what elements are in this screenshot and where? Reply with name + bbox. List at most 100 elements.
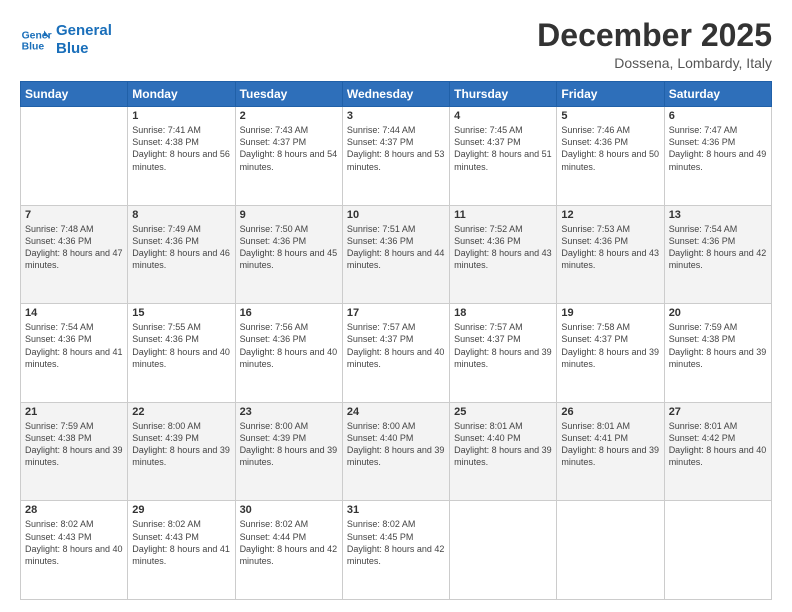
sunset-text: Sunset: 4:43 PM <box>25 531 123 543</box>
sunset-text: Sunset: 4:36 PM <box>669 235 767 247</box>
table-row: 26 Sunrise: 8:01 AM Sunset: 4:41 PM Dayl… <box>557 402 664 501</box>
logo-line2: Blue <box>56 40 89 57</box>
sunset-text: Sunset: 4:36 PM <box>25 235 123 247</box>
svg-text:Blue: Blue <box>22 42 45 53</box>
sunset-text: Sunset: 4:37 PM <box>347 333 445 345</box>
table-row: 12 Sunrise: 7:53 AM Sunset: 4:36 PM Dayl… <box>557 205 664 304</box>
table-row <box>664 501 771 600</box>
cell-info: Sunrise: 8:00 AM Sunset: 4:39 PM Dayligh… <box>240 420 338 469</box>
day-number: 25 <box>454 406 552 418</box>
cell-info: Sunrise: 7:50 AM Sunset: 4:36 PM Dayligh… <box>240 223 338 272</box>
daylight-text: Daylight: 8 hours and 39 minutes. <box>561 346 659 370</box>
day-number: 10 <box>347 209 445 221</box>
daylight-text: Daylight: 8 hours and 42 minutes. <box>240 543 338 567</box>
daylight-text: Daylight: 8 hours and 40 minutes. <box>240 346 338 370</box>
sunset-text: Sunset: 4:37 PM <box>454 136 552 148</box>
daylight-text: Daylight: 8 hours and 40 minutes. <box>669 444 767 468</box>
cell-info: Sunrise: 7:57 AM Sunset: 4:37 PM Dayligh… <box>454 321 552 370</box>
daylight-text: Daylight: 8 hours and 40 minutes. <box>347 346 445 370</box>
day-number: 28 <box>25 504 123 516</box>
day-number: 11 <box>454 209 552 221</box>
table-row: 21 Sunrise: 7:59 AM Sunset: 4:38 PM Dayl… <box>21 402 128 501</box>
sunset-text: Sunset: 4:36 PM <box>25 333 123 345</box>
day-number: 19 <box>561 307 659 319</box>
sunrise-text: Sunrise: 8:02 AM <box>132 518 230 530</box>
sunset-text: Sunset: 4:36 PM <box>561 235 659 247</box>
daylight-text: Daylight: 8 hours and 53 minutes. <box>347 148 445 172</box>
table-row <box>557 501 664 600</box>
daylight-text: Daylight: 8 hours and 39 minutes. <box>669 346 767 370</box>
table-row: 25 Sunrise: 8:01 AM Sunset: 4:40 PM Dayl… <box>450 402 557 501</box>
table-row: 29 Sunrise: 8:02 AM Sunset: 4:43 PM Dayl… <box>128 501 235 600</box>
table-row: 13 Sunrise: 7:54 AM Sunset: 4:36 PM Dayl… <box>664 205 771 304</box>
daylight-text: Daylight: 8 hours and 42 minutes. <box>347 543 445 567</box>
daylight-text: Daylight: 8 hours and 41 minutes. <box>132 543 230 567</box>
day-number: 6 <box>669 110 767 122</box>
sunset-text: Sunset: 4:42 PM <box>669 432 767 444</box>
sunrise-text: Sunrise: 7:49 AM <box>132 223 230 235</box>
col-sunday: Sunday <box>21 82 128 107</box>
day-number: 9 <box>240 209 338 221</box>
day-number: 3 <box>347 110 445 122</box>
sunrise-text: Sunrise: 7:54 AM <box>669 223 767 235</box>
col-friday: Friday <box>557 82 664 107</box>
daylight-text: Daylight: 8 hours and 47 minutes. <box>25 247 123 271</box>
sunset-text: Sunset: 4:44 PM <box>240 531 338 543</box>
sunrise-text: Sunrise: 7:52 AM <box>454 223 552 235</box>
daylight-text: Daylight: 8 hours and 42 minutes. <box>669 247 767 271</box>
logo-line1: General <box>56 22 112 39</box>
cell-info: Sunrise: 7:45 AM Sunset: 4:37 PM Dayligh… <box>454 124 552 173</box>
day-number: 2 <box>240 110 338 122</box>
calendar-week-row: 7 Sunrise: 7:48 AM Sunset: 4:36 PM Dayli… <box>21 205 772 304</box>
cell-info: Sunrise: 7:52 AM Sunset: 4:36 PM Dayligh… <box>454 223 552 272</box>
table-row: 1 Sunrise: 7:41 AM Sunset: 4:38 PM Dayli… <box>128 107 235 206</box>
calendar-week-row: 21 Sunrise: 7:59 AM Sunset: 4:38 PM Dayl… <box>21 402 772 501</box>
header: General Blue General Blue December 2025 … <box>20 18 772 71</box>
cell-info: Sunrise: 7:53 AM Sunset: 4:36 PM Dayligh… <box>561 223 659 272</box>
day-number: 1 <box>132 110 230 122</box>
sunrise-text: Sunrise: 7:43 AM <box>240 124 338 136</box>
cell-info: Sunrise: 7:51 AM Sunset: 4:36 PM Dayligh… <box>347 223 445 272</box>
sunset-text: Sunset: 4:36 PM <box>454 235 552 247</box>
cell-info: Sunrise: 8:01 AM Sunset: 4:41 PM Dayligh… <box>561 420 659 469</box>
daylight-text: Daylight: 8 hours and 39 minutes. <box>132 444 230 468</box>
daylight-text: Daylight: 8 hours and 50 minutes. <box>561 148 659 172</box>
col-tuesday: Tuesday <box>235 82 342 107</box>
sunset-text: Sunset: 4:36 PM <box>669 136 767 148</box>
daylight-text: Daylight: 8 hours and 40 minutes. <box>132 346 230 370</box>
cell-info: Sunrise: 7:46 AM Sunset: 4:36 PM Dayligh… <box>561 124 659 173</box>
daylight-text: Daylight: 8 hours and 39 minutes. <box>454 346 552 370</box>
day-number: 23 <box>240 406 338 418</box>
day-number: 21 <box>25 406 123 418</box>
sunrise-text: Sunrise: 8:01 AM <box>669 420 767 432</box>
table-row: 2 Sunrise: 7:43 AM Sunset: 4:37 PM Dayli… <box>235 107 342 206</box>
col-thursday: Thursday <box>450 82 557 107</box>
daylight-text: Daylight: 8 hours and 39 minutes. <box>347 444 445 468</box>
table-row: 5 Sunrise: 7:46 AM Sunset: 4:36 PM Dayli… <box>557 107 664 206</box>
sunset-text: Sunset: 4:37 PM <box>454 333 552 345</box>
sunset-text: Sunset: 4:45 PM <box>347 531 445 543</box>
cell-info: Sunrise: 7:48 AM Sunset: 4:36 PM Dayligh… <box>25 223 123 272</box>
day-number: 31 <box>347 504 445 516</box>
day-number: 26 <box>561 406 659 418</box>
cell-info: Sunrise: 7:59 AM Sunset: 4:38 PM Dayligh… <box>25 420 123 469</box>
calendar-header-row: Sunday Monday Tuesday Wednesday Thursday… <box>21 82 772 107</box>
sunrise-text: Sunrise: 7:59 AM <box>25 420 123 432</box>
col-wednesday: Wednesday <box>342 82 449 107</box>
table-row: 30 Sunrise: 8:02 AM Sunset: 4:44 PM Dayl… <box>235 501 342 600</box>
cell-info: Sunrise: 8:00 AM Sunset: 4:40 PM Dayligh… <box>347 420 445 469</box>
sunrise-text: Sunrise: 7:54 AM <box>25 321 123 333</box>
table-row: 7 Sunrise: 7:48 AM Sunset: 4:36 PM Dayli… <box>21 205 128 304</box>
daylight-text: Daylight: 8 hours and 39 minutes. <box>561 444 659 468</box>
sunset-text: Sunset: 4:40 PM <box>347 432 445 444</box>
sunset-text: Sunset: 4:36 PM <box>240 235 338 247</box>
cell-info: Sunrise: 7:47 AM Sunset: 4:36 PM Dayligh… <box>669 124 767 173</box>
cell-info: Sunrise: 7:49 AM Sunset: 4:36 PM Dayligh… <box>132 223 230 272</box>
sunrise-text: Sunrise: 7:51 AM <box>347 223 445 235</box>
cell-info: Sunrise: 8:02 AM Sunset: 4:43 PM Dayligh… <box>25 518 123 567</box>
cell-info: Sunrise: 7:59 AM Sunset: 4:38 PM Dayligh… <box>669 321 767 370</box>
sunset-text: Sunset: 4:37 PM <box>561 333 659 345</box>
daylight-text: Daylight: 8 hours and 43 minutes. <box>561 247 659 271</box>
location-title: Dossena, Lombardy, Italy <box>537 55 772 71</box>
cell-info: Sunrise: 8:01 AM Sunset: 4:40 PM Dayligh… <box>454 420 552 469</box>
